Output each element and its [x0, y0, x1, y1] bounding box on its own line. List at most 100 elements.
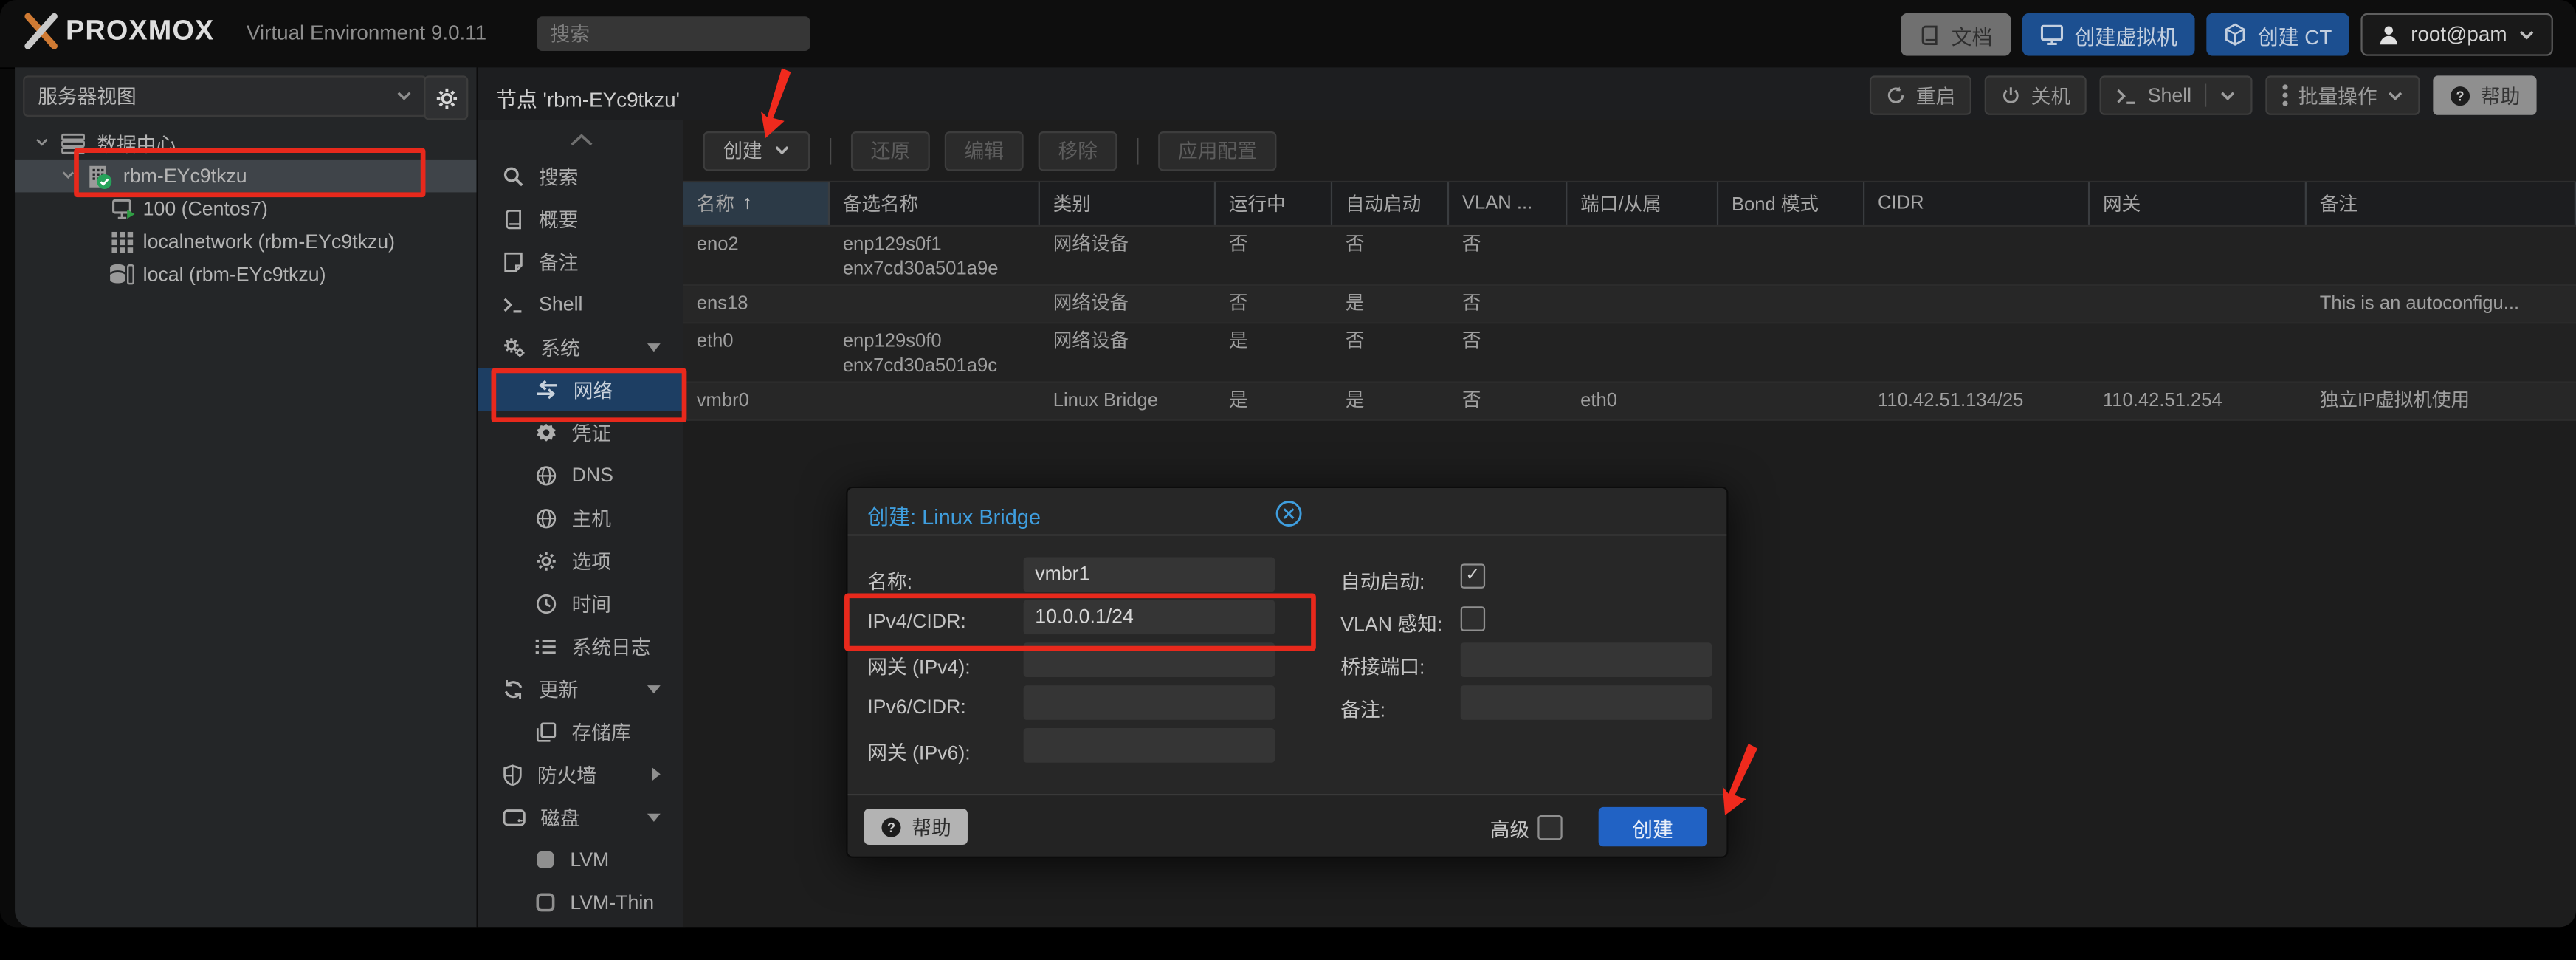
dialog-footer: ? 帮助 高级 创建: [847, 794, 1726, 857]
nav-item-notes[interactable]: 备注: [478, 240, 683, 283]
dialog-create-button[interactable]: 创建: [1599, 807, 1707, 846]
column-header-gateway[interactable]: 网关: [2090, 182, 2307, 225]
remove-button[interactable]: 移除: [1039, 131, 1117, 170]
vlan-aware-checkbox[interactable]: [1461, 606, 1485, 631]
nav-item-firewall[interactable]: 防火墙: [478, 752, 683, 795]
documentation-button[interactable]: 文档: [1901, 13, 2011, 56]
column-header-vlan[interactable]: VLAN ...: [1449, 182, 1567, 225]
ipv4-cidr-input[interactable]: 10.0.0.1/24: [1024, 600, 1275, 634]
chevron-down-icon[interactable]: [61, 171, 75, 180]
cell-comment: This is an autoconfigu...: [2307, 286, 2576, 322]
cell-gateway: 110.42.51.254: [2090, 383, 2307, 419]
table-row-eno2[interactable]: eno2 enp129s0f1enx7cd30a501a9e 网络设备 否 否 …: [683, 227, 2576, 286]
column-header-name[interactable]: 名称↑: [683, 182, 830, 225]
nav-item-dns[interactable]: DNS: [478, 453, 683, 496]
cell-vlan: 否: [1449, 323, 1567, 381]
comment-input[interactable]: [1461, 685, 1712, 720]
column-header-autostart[interactable]: 自动启动: [1332, 182, 1449, 225]
nav-item-hosts[interactable]: 主机: [478, 496, 683, 539]
nav-collapse-toggle[interactable]: [478, 133, 683, 146]
column-header-active[interactable]: 运行中: [1216, 182, 1332, 225]
cell-bond: [1718, 227, 1864, 284]
shutdown-button[interactable]: 关机: [1985, 75, 2087, 114]
gateway-ipv6-input[interactable]: [1024, 728, 1275, 763]
nav-item-syslog[interactable]: 系统日志: [478, 625, 683, 668]
cell-comment: [2307, 323, 2576, 381]
nav-item-shell[interactable]: Shell: [478, 283, 683, 326]
node-help-button[interactable]: ? 帮助: [2433, 75, 2536, 114]
nav-item-summary[interactable]: 概要: [478, 197, 683, 240]
nav-item-repositories[interactable]: 存储库: [478, 710, 683, 753]
cell-comment: 独立IP虚拟机使用: [2307, 383, 2576, 419]
advanced-checkbox[interactable]: [1537, 815, 1562, 840]
cell-type: 网络设备: [1040, 323, 1216, 381]
tree-item-localnetwork[interactable]: localnetwork (rbm-EYc9tkzu): [15, 225, 476, 258]
nav-item-options[interactable]: 选项: [478, 539, 683, 582]
revert-button[interactable]: 还原: [851, 131, 930, 170]
node-title-bar: 节点 'rbm-EYc9tkzu' 重启 关机 Shell: [478, 67, 2576, 121]
bridge-ports-input[interactable]: [1461, 642, 1712, 677]
ipv6-cidr-label: IPv6/CIDR:: [867, 695, 966, 718]
create-vm-button[interactable]: 创建虚拟机: [2022, 13, 2195, 56]
chevron-down-icon[interactable]: [2219, 89, 2236, 101]
nav-item-lvm[interactable]: LVM: [478, 838, 683, 881]
tree-item-node-rbm[interactable]: rbm-EYc9tkzu: [15, 160, 476, 193]
expanded-triangle-icon[interactable]: [647, 814, 661, 822]
monitor-icon: [2040, 24, 2063, 45]
view-selector[interactable]: 服务器视图: [23, 75, 427, 117]
create-ct-button[interactable]: 创建 CT: [2207, 13, 2350, 56]
proxmox-x-icon: [23, 12, 59, 51]
expanded-triangle-icon[interactable]: [647, 343, 661, 352]
cell-cidr: [1864, 286, 2090, 322]
create-dropdown-button[interactable]: 创建: [703, 131, 810, 170]
cell-altname: [830, 286, 1040, 322]
toolbar-separator: [1137, 137, 1138, 164]
table-row-ens18[interactable]: ens18 网络设备 否 是 否 This is an autoconfigu.…: [683, 286, 2576, 323]
square-solid-icon: [536, 850, 556, 870]
nav-item-network[interactable]: 网络: [478, 368, 683, 411]
network-table: 名称↑ 备选名称 类别 运行中 自动启动 VLAN ... 端口/从属 Bond…: [683, 181, 2576, 421]
dialog-title-bar[interactable]: 创建: Linux Bridge: [847, 488, 1726, 536]
tree-item-datacenter[interactable]: 数据中心: [15, 126, 476, 160]
nav-item-time[interactable]: 时间: [478, 582, 683, 625]
shell-split-button[interactable]: Shell: [2100, 75, 2252, 114]
apply-config-button[interactable]: 应用配置: [1158, 131, 1276, 170]
close-icon[interactable]: [867, 500, 1710, 528]
column-header-comment[interactable]: 备注: [2307, 182, 2576, 225]
nav-item-updates[interactable]: 更新: [478, 668, 683, 710]
gateway-ipv4-input[interactable]: [1024, 642, 1275, 677]
table-row-vmbr0[interactable]: vmbr0 Linux Bridge 是 是 否 eth0 110.42.51.…: [683, 383, 2576, 421]
user-menu-button[interactable]: root@pam: [2361, 13, 2552, 56]
column-header-cidr[interactable]: CIDR: [1864, 182, 2090, 225]
chevron-down-icon[interactable]: [35, 138, 49, 148]
column-header-altname[interactable]: 备选名称: [830, 182, 1040, 225]
column-header-type[interactable]: 类别: [1040, 182, 1216, 225]
shield-icon: [503, 764, 523, 785]
dialog-help-button[interactable]: ? 帮助: [864, 809, 968, 845]
global-search-input[interactable]: [537, 16, 810, 51]
expanded-triangle-icon[interactable]: [647, 685, 661, 693]
cell-bond: [1718, 286, 1864, 322]
tree-item-vm-100[interactable]: 100 (Centos7): [15, 192, 476, 225]
cell-altname: [830, 383, 1040, 419]
bulk-actions-button[interactable]: 批量操作: [2265, 75, 2420, 114]
tree-settings-button[interactable]: [424, 75, 468, 120]
nav-item-search[interactable]: 搜索: [478, 154, 683, 197]
edit-button[interactable]: 编辑: [945, 131, 1024, 170]
table-row-eth0[interactable]: eth0 enp129s0f0enx7cd30a501a9c 网络设备 是 否 …: [683, 323, 2576, 383]
collapsed-triangle-icon[interactable]: [652, 767, 661, 781]
ipv6-cidr-input[interactable]: [1024, 685, 1275, 720]
name-input[interactable]: vmbr1: [1024, 558, 1275, 592]
nav-item-system[interactable]: 系统: [478, 326, 683, 368]
tree-item-local-storage[interactable]: local (rbm-EYc9tkzu): [15, 258, 476, 291]
nav-item-disks[interactable]: 磁盘: [478, 795, 683, 838]
nav-item-certificates[interactable]: 凭证: [478, 411, 683, 453]
refresh-icon: [503, 678, 524, 699]
autostart-checkbox[interactable]: ✓: [1461, 563, 1485, 588]
nav-item-lvm-thin[interactable]: LVM-Thin: [478, 881, 683, 924]
cell-name: vmbr0: [683, 383, 830, 419]
reboot-button[interactable]: 重启: [1870, 75, 1971, 114]
column-header-bond-mode[interactable]: Bond 模式: [1718, 182, 1864, 225]
terminal-icon: [503, 295, 524, 313]
column-header-ports[interactable]: 端口/从属: [1567, 182, 1718, 225]
